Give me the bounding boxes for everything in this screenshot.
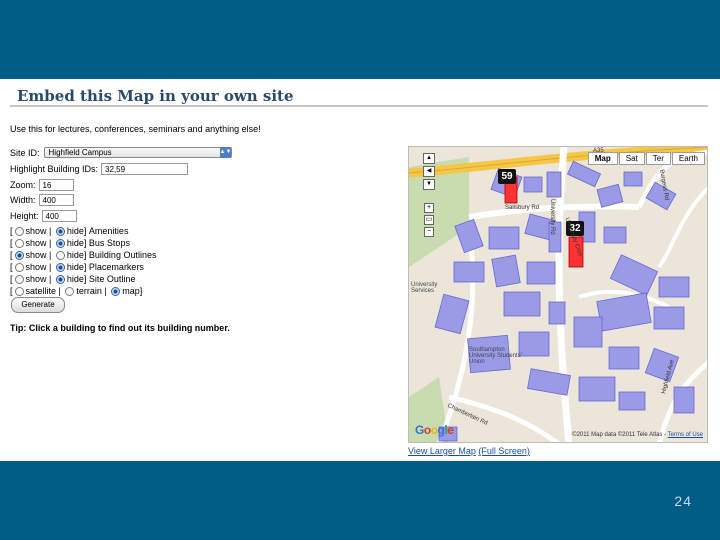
map-attribution-data: Map data ©2011 Tele Atlas - [591,432,667,438]
show-label: show [25,274,47,284]
width-label: Width: [10,195,36,205]
form-intro: Use this for lectures, conferences, semi… [10,124,261,134]
zoom-out-icon[interactable]: − [424,227,434,237]
pan-left-icon[interactable]: ◀ [423,166,435,177]
hide-radio[interactable] [55,274,65,284]
zoom-row: Zoom: 16 [10,179,74,191]
show-radio[interactable] [14,238,24,248]
zoom-label: Zoom: [10,180,36,190]
hide-label: hide] [66,226,87,236]
toggle-label: Bus Stops [88,238,130,248]
pan-up-icon[interactable]: ▲ [423,153,435,164]
toggle-row-site-outline: [show | hide] Site Outline [10,274,136,284]
site-label: Site ID: [10,147,40,158]
hide-label: hide] [66,238,87,248]
height-input[interactable]: 400 [41,210,77,222]
map-radio[interactable] [111,286,121,296]
tip-text: Tip: Click a building to find out its bu… [10,323,230,333]
place-label-services: University Services [411,282,438,294]
zoom-control: + ▭ − [424,203,434,239]
highlight-input[interactable]: 32,59 [101,163,189,175]
select-arrow-icon: ▲▼ [219,147,231,158]
map-attribution: ©2011 Map data ©2011 Tele Atlas - Terms … [572,432,703,438]
map-type-map[interactable]: Map [587,152,618,165]
title-divider [10,105,708,107]
show-radio[interactable] [14,274,24,284]
hide-radio[interactable] [55,262,65,272]
toggle-label: Placemarkers [88,262,144,272]
toggle-row-building-outlines: [show | hide] Building Outlines [10,250,157,260]
building-marker-59[interactable]: 59 [498,169,516,184]
pan-control: ▲ ◀ ▼ [423,153,436,192]
map-attribution-year: ©2011 [572,432,590,438]
map-label: map] [122,286,143,296]
height-label: Height: [10,211,39,221]
road-label-salisbury: Salisbury Rd [505,205,540,211]
width-row: Width: 400 [10,194,74,206]
maptype-row: [satellite | terrain | map] [10,286,143,296]
toggle-label: Amenities [88,226,129,236]
pan-down-icon[interactable]: ▼ [423,179,435,190]
hide-radio[interactable] [55,238,65,248]
hide-radio[interactable] [55,250,65,260]
toggle-label: Site Outline [88,274,136,284]
terms-of-use-link[interactable]: Terms of Use [668,432,703,438]
map-type-earth[interactable]: Earth [671,152,705,165]
footer-band [0,461,720,540]
show-label: show [25,238,47,248]
hide-label: hide] [66,274,87,284]
generate-button[interactable]: Generate [11,297,65,313]
campus-map[interactable]: 59 32 Salisbury Rd University Rd Univers… [408,146,708,443]
header-band [0,0,720,79]
hide-radio[interactable] [55,226,65,236]
full-screen-link[interactable]: (Full Screen) [478,446,530,456]
zoom-in-icon[interactable]: + [424,203,434,213]
toggle-row-placemarkers: [show | hide] Placemarkers [10,262,144,272]
map-type-sat[interactable]: Sat [618,152,645,165]
toggle-row-amenities: [show | hide] Amenities [10,226,129,236]
satellite-label: satellite [25,286,57,296]
toggle-row-bus-stops: [show | hide] Bus Stops [10,238,130,248]
page-title: Embed this Map in your own site [17,87,294,105]
google-logo: Google [415,423,454,437]
show-label: show [25,250,47,260]
site-row: Site ID: Highfield Campus ▲▼ [10,147,232,158]
site-select-value: Highfield Campus [48,148,112,157]
terrain-radio[interactable] [65,286,75,296]
show-label: show [25,262,47,272]
zoom-input[interactable]: 16 [38,179,74,191]
highlight-row: Highlight Building IDs: 32,59 [10,163,189,175]
hide-label: hide] [66,250,87,260]
map-type-selector: Map Sat Ter Earth [587,152,705,165]
slide-number: 24 [674,493,692,509]
width-input[interactable]: 400 [38,194,74,206]
site-select[interactable]: Highfield Campus ▲▼ [43,147,232,158]
show-radio[interactable] [14,250,24,260]
show-radio[interactable] [14,262,24,272]
place-label-students-union: Southampton University Students' Union [469,347,522,365]
map-type-ter[interactable]: Ter [645,152,671,165]
highlight-label: Highlight Building IDs: [10,164,99,174]
road-label-university: University Rd [549,199,555,235]
terrain-label: terrain [76,286,102,296]
show-label: show [25,226,47,236]
zoom-slider-icon[interactable]: ▭ [424,215,434,225]
larger-map-links: View Larger Map (Full Screen) [408,446,530,456]
view-larger-map-link[interactable]: View Larger Map [408,446,476,456]
show-radio[interactable] [14,226,24,236]
hide-label: hide] [66,262,87,272]
height-row: Height: 400 [10,210,77,222]
satellite-radio[interactable] [14,286,24,296]
toggle-label: Building Outlines [88,250,157,260]
